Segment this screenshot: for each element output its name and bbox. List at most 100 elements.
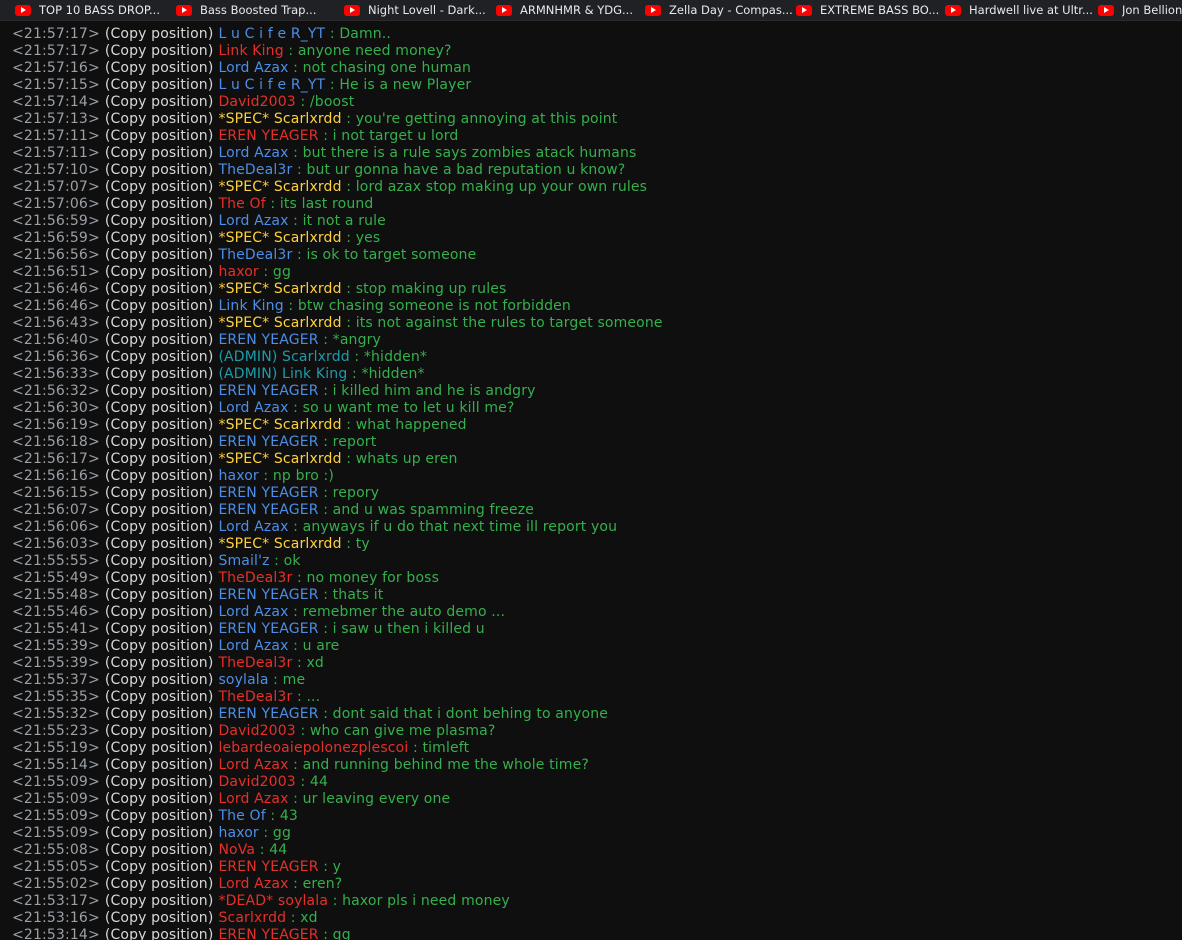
copy-position-link[interactable]: (Copy position)	[105, 842, 214, 858]
player-name[interactable]: Link King	[218, 298, 283, 314]
bookmark-item[interactable]: EXTREME BASS BO...	[796, 0, 939, 20]
copy-position-link[interactable]: (Copy position)	[105, 604, 214, 620]
player-name[interactable]: L u C i f e R_YT	[218, 26, 325, 42]
copy-position-link[interactable]: (Copy position)	[105, 43, 214, 59]
player-name[interactable]: haxor	[218, 264, 258, 280]
player-name[interactable]: Lord Azax	[218, 604, 288, 620]
copy-position-link[interactable]: (Copy position)	[105, 757, 214, 773]
copy-position-link[interactable]: (Copy position)	[105, 332, 214, 348]
player-name[interactable]: NoVa	[218, 842, 255, 858]
player-name[interactable]: EREN YEAGER	[218, 128, 318, 144]
copy-position-link[interactable]: (Copy position)	[105, 230, 214, 246]
copy-position-link[interactable]: (Copy position)	[105, 179, 214, 195]
player-name[interactable]: haxor	[218, 468, 258, 484]
player-name[interactable]: *DEAD* soylala	[218, 893, 328, 909]
player-name[interactable]: David2003	[218, 94, 295, 110]
player-name[interactable]: TheDeal3r	[218, 247, 292, 263]
player-name[interactable]: Lord Azax	[218, 400, 288, 416]
copy-position-link[interactable]: (Copy position)	[105, 128, 214, 144]
player-name[interactable]: (ADMIN) Scarlxrdd	[218, 349, 349, 365]
player-name[interactable]: Lord Azax	[218, 213, 288, 229]
copy-position-link[interactable]: (Copy position)	[105, 315, 214, 331]
copy-position-link[interactable]: (Copy position)	[105, 740, 214, 756]
player-name[interactable]: EREN YEAGER	[218, 859, 318, 875]
copy-position-link[interactable]: (Copy position)	[105, 349, 214, 365]
player-name[interactable]: *SPEC* Scarlxrdd	[218, 451, 341, 467]
bookmark-item[interactable]: Night Lovell - Dark...	[344, 0, 486, 20]
copy-position-link[interactable]: (Copy position)	[105, 94, 214, 110]
player-name[interactable]: EREN YEAGER	[218, 621, 318, 637]
copy-position-link[interactable]: (Copy position)	[105, 774, 214, 790]
player-name[interactable]: TheDeal3r	[218, 655, 292, 671]
bookmark-item[interactable]: TOP 10 BASS DROP...	[15, 0, 160, 20]
player-name[interactable]: EREN YEAGER	[218, 383, 318, 399]
player-name[interactable]: Lord Azax	[218, 60, 288, 76]
copy-position-link[interactable]: (Copy position)	[105, 621, 214, 637]
player-name[interactable]: Link King	[218, 43, 283, 59]
copy-position-link[interactable]: (Copy position)	[105, 417, 214, 433]
copy-position-link[interactable]: (Copy position)	[105, 145, 214, 161]
copy-position-link[interactable]: (Copy position)	[105, 587, 214, 603]
copy-position-link[interactable]: (Copy position)	[105, 536, 214, 552]
player-name[interactable]: EREN YEAGER	[218, 434, 318, 450]
player-name[interactable]: TheDeal3r	[218, 162, 292, 178]
player-name[interactable]: EREN YEAGER	[218, 485, 318, 501]
player-name[interactable]: (ADMIN) Link King	[218, 366, 347, 382]
copy-position-link[interactable]: (Copy position)	[105, 26, 214, 42]
player-name[interactable]: Lord Azax	[218, 791, 288, 807]
player-name[interactable]: haxor	[218, 825, 258, 841]
player-name[interactable]: Lord Azax	[218, 519, 288, 535]
copy-position-link[interactable]: (Copy position)	[105, 893, 214, 909]
player-name[interactable]: Lord Azax	[218, 145, 288, 161]
copy-position-link[interactable]: (Copy position)	[105, 825, 214, 841]
copy-position-link[interactable]: (Copy position)	[105, 553, 214, 569]
player-name[interactable]: The Of	[218, 196, 265, 212]
copy-position-link[interactable]: (Copy position)	[105, 264, 214, 280]
player-name[interactable]: EREN YEAGER	[218, 587, 318, 603]
player-name[interactable]: EREN YEAGER	[218, 332, 318, 348]
player-name[interactable]: soylala	[218, 672, 268, 688]
copy-position-link[interactable]: (Copy position)	[105, 570, 214, 586]
copy-position-link[interactable]: (Copy position)	[105, 400, 214, 416]
player-name[interactable]: Lord Azax	[218, 757, 288, 773]
copy-position-link[interactable]: (Copy position)	[105, 213, 214, 229]
copy-position-link[interactable]: (Copy position)	[105, 910, 214, 926]
bookmark-item[interactable]: Hardwell live at Ultr...	[945, 0, 1093, 20]
player-name[interactable]: L u C i f e R_YT	[218, 77, 325, 93]
player-name[interactable]: *SPEC* Scarlxrdd	[218, 281, 341, 297]
copy-position-link[interactable]: (Copy position)	[105, 519, 214, 535]
player-name[interactable]: *SPEC* Scarlxrdd	[218, 315, 341, 331]
copy-position-link[interactable]: (Copy position)	[105, 196, 214, 212]
player-name[interactable]: David2003	[218, 723, 295, 739]
player-name[interactable]: Lord Azax	[218, 876, 288, 892]
copy-position-link[interactable]: (Copy position)	[105, 689, 214, 705]
copy-position-link[interactable]: (Copy position)	[105, 655, 214, 671]
copy-position-link[interactable]: (Copy position)	[105, 60, 214, 76]
copy-position-link[interactable]: (Copy position)	[105, 162, 214, 178]
player-name[interactable]: EREN YEAGER	[218, 706, 318, 722]
copy-position-link[interactable]: (Copy position)	[105, 247, 214, 263]
copy-position-link[interactable]: (Copy position)	[105, 808, 214, 824]
player-name[interactable]: Scarlxrdd	[218, 910, 286, 926]
player-name[interactable]: *SPEC* Scarlxrdd	[218, 536, 341, 552]
bookmark-item[interactable]: Jon Bellion -	[1098, 0, 1182, 20]
chat-log[interactable]: <21:57:17> (Copy position) L u C i f e R_Y…	[0, 19, 1182, 940]
player-name[interactable]: *SPEC* Scarlxrdd	[218, 111, 341, 127]
copy-position-link[interactable]: (Copy position)	[105, 366, 214, 382]
copy-position-link[interactable]: (Copy position)	[105, 723, 214, 739]
copy-position-link[interactable]: (Copy position)	[105, 434, 214, 450]
copy-position-link[interactable]: (Copy position)	[105, 502, 214, 518]
copy-position-link[interactable]: (Copy position)	[105, 111, 214, 127]
copy-position-link[interactable]: (Copy position)	[105, 927, 214, 940]
player-name[interactable]: *SPEC* Scarlxrdd	[218, 179, 341, 195]
player-name[interactable]: *SPEC* Scarlxrdd	[218, 230, 341, 246]
player-name[interactable]: The Of	[218, 808, 265, 824]
bookmark-item[interactable]: ARMNHMR & YDG...	[496, 0, 633, 20]
copy-position-link[interactable]: (Copy position)	[105, 468, 214, 484]
player-name[interactable]: TheDeal3r	[218, 689, 292, 705]
bookmark-item[interactable]: Bass Boosted Trap...	[176, 0, 316, 20]
copy-position-link[interactable]: (Copy position)	[105, 298, 214, 314]
copy-position-link[interactable]: (Copy position)	[105, 485, 214, 501]
copy-position-link[interactable]: (Copy position)	[105, 451, 214, 467]
copy-position-link[interactable]: (Copy position)	[105, 281, 214, 297]
